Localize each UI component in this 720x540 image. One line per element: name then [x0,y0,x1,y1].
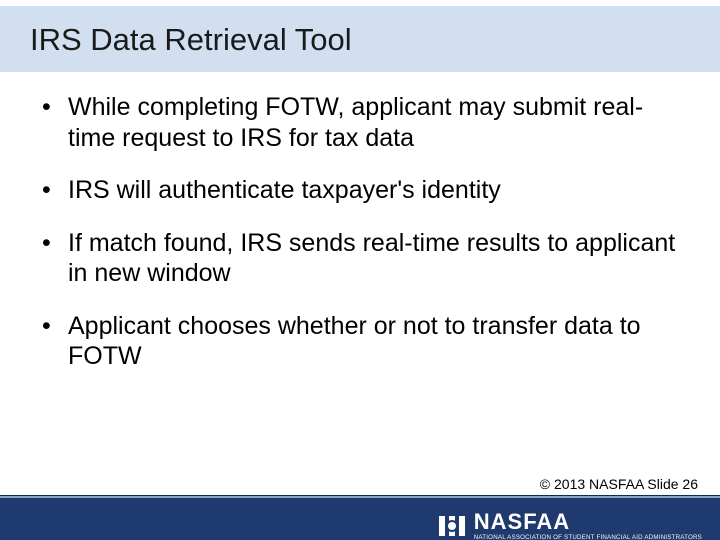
slide: IRS Data Retrieval Tool While completing… [0,6,720,540]
content-area: While completing FOTW, applicant may sub… [0,72,720,372]
footer-bar: NASFAA NATIONAL ASSOCIATION OF STUDENT F… [0,496,720,540]
title-bar: IRS Data Retrieval Tool [0,6,720,72]
logo-sub-text: NATIONAL ASSOCIATION OF STUDENT FINANCIA… [474,535,702,540]
bullet-item: IRS will authenticate taxpayer's identit… [40,175,690,206]
bullet-item: Applicant chooses whether or not to tran… [40,311,690,372]
bullet-list: While completing FOTW, applicant may sub… [40,92,690,372]
nasfaa-logo-icon [436,510,468,540]
footer-credit: © 2013 NASFAA Slide 26 [540,476,698,492]
logo-main-text: NASFAA [474,511,702,533]
bullet-item: While completing FOTW, applicant may sub… [40,92,690,153]
nasfaa-logo-text: NASFAA NATIONAL ASSOCIATION OF STUDENT F… [474,511,702,540]
nasfaa-logo: NASFAA NATIONAL ASSOCIATION OF STUDENT F… [436,510,702,540]
slide-title: IRS Data Retrieval Tool [30,22,720,58]
bullet-item: If match found, IRS sends real-time resu… [40,228,690,289]
